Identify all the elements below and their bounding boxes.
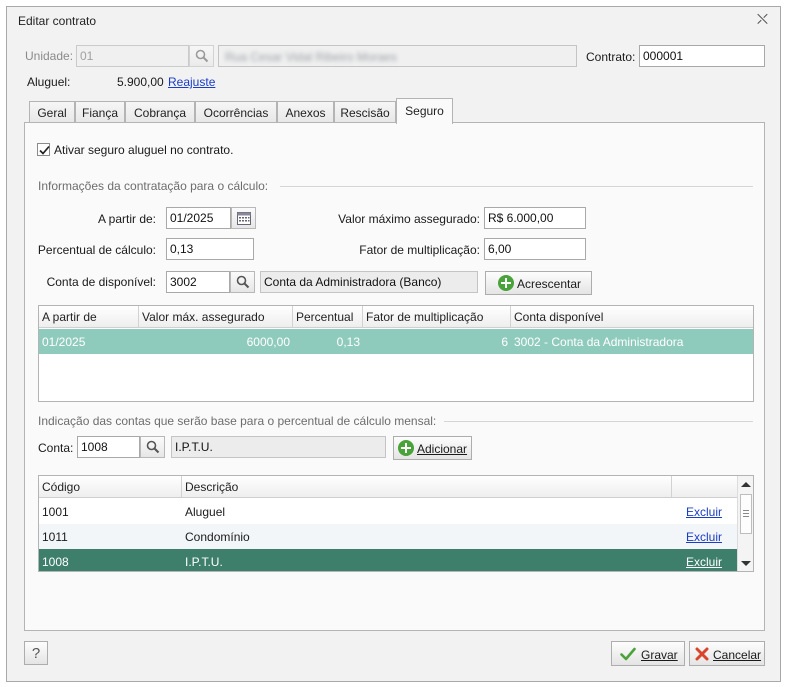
reajuste-link[interactable]: Reajuste: [168, 75, 215, 89]
edit-contract-dialog: Editar contrato ⛌ Unidade: 01 Rua Cesar …: [6, 6, 781, 682]
cell-a-partir: 01/2025: [42, 335, 86, 349]
plus-circle-icon: [498, 275, 514, 291]
table-row[interactable]: 1011 Condomínio Excluir: [39, 524, 737, 549]
column-header[interactable]: Valor máx. assegurado: [139, 306, 293, 328]
grid-header: A partir de Valor máx. assegurado Percen…: [39, 306, 753, 328]
valor-max-field[interactable]: R$ 6.000,00: [484, 207, 586, 229]
cell-codigo: 1001: [42, 505, 69, 519]
conta-search-button[interactable]: [140, 436, 165, 458]
adicionar-button[interactable]: Adicionar: [393, 436, 472, 460]
cancelar-button[interactable]: Cancelar: [689, 641, 765, 666]
adicionar-label: Adicionar: [417, 442, 468, 456]
section-contas-base-divider: [444, 421, 753, 422]
check-icon: [620, 647, 636, 661]
help-icon: ?: [31, 645, 41, 662]
column-header[interactable]: Código: [39, 476, 182, 498]
conta-disponivel-search-button[interactable]: [230, 271, 255, 293]
conta-disponivel-code-field[interactable]: 3002: [166, 271, 230, 293]
scroll-down-icon[interactable]: [741, 560, 751, 567]
section-contratacao-divider: [280, 186, 753, 187]
plus-circle-icon: [398, 440, 414, 456]
check-icon: [39, 145, 50, 155]
tab-cobranca[interactable]: Cobrança: [125, 101, 195, 123]
table-row[interactable]: 1001 Aluguel Excluir: [39, 499, 737, 524]
unidade-description-blurred: Rua Cesar Vidal Ribeiro Moraes: [218, 45, 577, 67]
tab-ocorrencias[interactable]: Ocorrências: [195, 101, 277, 123]
fator-label: Fator de multiplicação:: [359, 243, 480, 257]
search-icon: [236, 275, 250, 289]
title-bar: Editar contrato ⛌: [7, 7, 780, 33]
conta-disponivel-description: Conta da Administradora (Banco): [260, 271, 478, 293]
contrato-field[interactable]: 000001: [639, 45, 765, 67]
cell-codigo: 1011: [42, 530, 68, 544]
column-header[interactable]: Descrição: [182, 476, 672, 498]
gravar-button[interactable]: Gravar: [611, 641, 685, 666]
gravar-label: Gravar: [641, 648, 678, 662]
column-header[interactable]: A partir de: [39, 306, 139, 328]
section-contratacao-title: Informações da contratação para o cálcul…: [38, 179, 269, 193]
table-row[interactable]: 01/2025 6000,00 0,13 6 3002 - Conta da A…: [39, 329, 753, 354]
cell-fator: 6: [501, 335, 508, 349]
cell-codigo: 1008: [42, 555, 69, 569]
column-header: [672, 476, 737, 498]
cell-descricao: Condomínio: [185, 530, 250, 544]
ativar-seguro-label: Ativar seguro aluguel no contrato.: [54, 143, 234, 157]
calendar-icon: [237, 212, 251, 225]
scrollbar-thumb[interactable]: [740, 494, 752, 534]
unidade-label: Unidade:: [25, 49, 74, 63]
a-partir-label: A partir de:: [97, 212, 156, 226]
conta-disponivel-label: Conta de disponível:: [46, 275, 156, 289]
conta-label: Conta:: [38, 441, 74, 455]
scroll-up-icon[interactable]: [741, 481, 751, 488]
close-icon[interactable]: ⛌: [757, 11, 768, 28]
column-header[interactable]: Percentual: [293, 306, 363, 328]
unidade-field[interactable]: 01: [76, 45, 189, 67]
a-partir-field[interactable]: 01/2025: [166, 207, 231, 229]
search-icon: [146, 440, 160, 454]
tab-geral[interactable]: Geral: [29, 101, 75, 123]
aluguel-value: 5.900,00: [117, 75, 164, 89]
tab-rescisao[interactable]: Rescisão: [334, 101, 396, 123]
column-header[interactable]: Fator de multiplicação: [363, 306, 511, 328]
search-icon: [195, 49, 209, 63]
tab-fianca[interactable]: Fiança: [75, 101, 125, 123]
excluir-link[interactable]: Excluir: [683, 549, 733, 571]
cancel-x-icon: [695, 647, 709, 661]
seguro-panel: Ativar seguro aluguel no contrato. Infor…: [24, 122, 765, 631]
dialog-title: Editar contrato: [18, 14, 97, 28]
conta-description: I.P.T.U.: [171, 436, 386, 458]
percentual-label: Percentual de cálculo:: [37, 243, 156, 257]
aluguel-label: Aluguel:: [27, 75, 71, 89]
vertical-scrollbar[interactable]: [737, 476, 753, 571]
seguro-config-grid: A partir de Valor máx. assegurado Percen…: [38, 305, 754, 402]
ativar-seguro-checkbox[interactable]: [37, 143, 50, 156]
table-row[interactable]: 1008 I.P.T.U. Excluir: [39, 549, 737, 571]
cell-descricao: I.P.T.U.: [185, 555, 223, 569]
acrescentar-button[interactable]: Acrescentar: [485, 271, 592, 295]
section-contas-base-title: Indicação das contas que serão base para…: [38, 414, 437, 428]
valor-max-label: Valor máximo assegurado:: [338, 212, 480, 226]
cancelar-label: Cancelar: [713, 648, 762, 662]
unidade-description-text: Rua Cesar Vidal Ribeiro Moraes: [225, 50, 397, 64]
conta-code-field[interactable]: 1008: [77, 436, 140, 458]
excluir-link[interactable]: Excluir: [683, 499, 733, 524]
percentual-field[interactable]: 0,13: [166, 238, 254, 260]
unidade-search-button[interactable]: [189, 45, 214, 67]
column-header[interactable]: Conta disponível: [511, 306, 753, 328]
cell-conta: 3002 - Conta da Administradora: [514, 335, 684, 349]
help-button[interactable]: ?: [24, 641, 48, 665]
fator-field[interactable]: 6,00: [484, 238, 586, 260]
tab-anexos[interactable]: Anexos: [277, 101, 334, 123]
calendar-button[interactable]: [231, 207, 256, 229]
cell-percentual: 0,13: [336, 335, 360, 349]
excluir-link[interactable]: Excluir: [683, 524, 733, 549]
contrato-label: Contrato:: [586, 50, 636, 64]
tab-seguro[interactable]: Seguro: [396, 98, 453, 124]
cell-valor-max: 6000,00: [246, 335, 290, 349]
cell-descricao: Aluguel: [185, 505, 226, 519]
grid-header: Código Descrição: [39, 476, 737, 498]
acrescentar-label: Acrescentar: [517, 277, 582, 291]
contas-base-grid: Código Descrição 1001 Aluguel Excluir 10…: [38, 475, 754, 572]
